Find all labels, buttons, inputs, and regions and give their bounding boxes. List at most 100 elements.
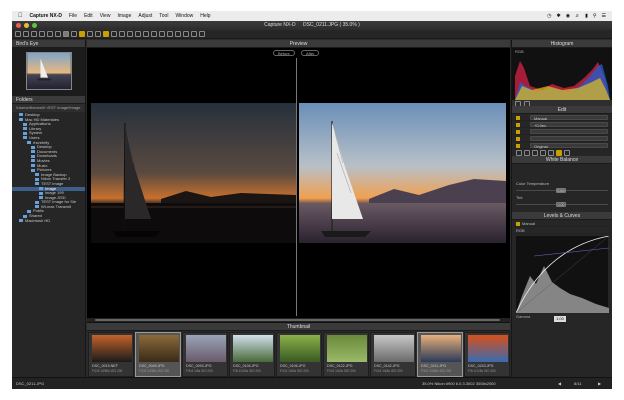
menu-view[interactable]: View [100,13,111,19]
curve-channel-row[interactable]: RGB [512,227,612,234]
search-icon[interactable]: ⚲ [593,13,597,19]
edit-row-empty-2[interactable] [512,135,612,142]
folders-header[interactable]: Folders [12,96,85,104]
folder-tree-item[interactable]: Macintosh HD [12,217,85,224]
thumbnail-item[interactable]: DSC_0142.JPG F/3.5 1/45s ISO 200 [370,332,416,377]
after-image[interactable] [299,103,506,243]
menu-edit[interactable]: Edit [84,13,93,19]
prev-image-icon[interactable]: ◀ [558,378,561,389]
shadow-icon[interactable] [183,31,189,37]
edit-row-value: Original [534,144,548,149]
tint-value[interactable]: 0.00 [556,202,566,207]
crop-tool-icon[interactable] [135,31,141,37]
edit-header[interactable]: Edit [512,106,612,114]
thumbnail-item[interactable]: DSC_0211.JPG F/5.6 1/250s ISO 200 [417,332,463,377]
next-image-icon[interactable]: ▶ [598,378,601,389]
filter-icon[interactable] [199,31,205,37]
tint-label: Tint [516,195,523,200]
highlight-icon[interactable] [175,31,181,37]
edit-row-empty-1[interactable] [512,128,612,135]
scrollbar-thumb[interactable] [95,319,500,321]
thumbnail-item[interactable]: DSC_0015.NEF F/2.8 1/250s ISO 200 [88,332,134,377]
preview-pane[interactable]: Before After [87,48,510,318]
histogram-mode[interactable]: RGB [515,49,524,54]
close-window-icon[interactable] [16,23,21,28]
levels-mode-row[interactable]: Manual [512,220,612,227]
split-view-icon[interactable] [87,31,93,37]
menu-image[interactable]: Image [117,13,131,19]
thumbnail-exif: F/3.5 1/45s ISO 200 [374,369,403,373]
edit-row-original[interactable]: Original [512,142,612,149]
save-icon[interactable] [31,31,37,37]
gray-point-icon[interactable] [167,31,173,37]
red-eye-icon[interactable] [159,31,165,37]
color-temperature-value[interactable]: 5350 [556,188,566,193]
hand-tool-icon[interactable] [119,31,125,37]
color-temperature-slider[interactable]: 5350 [512,187,612,194]
gamma-value[interactable]: 1.00 [554,316,566,322]
thumbnail-item[interactable]: DSC_0243.JPG F/8 1/125s ISO 200 [464,332,510,377]
folder-icon [19,118,23,122]
compare-view-icon[interactable] [79,31,85,37]
fullscreen-icon[interactable] [95,31,101,37]
minimize-window-icon[interactable] [24,23,29,28]
zoom-window-icon[interactable] [32,23,37,28]
rotate-left-icon[interactable] [47,31,53,37]
volume-icon[interactable]: ♬ [575,13,580,19]
birdseye-header[interactable]: Bird's Eye [12,40,85,48]
thumbnail-item[interactable]: DSC_0104.JPG F/8 1/100s ISO 200 [229,332,275,377]
folder-icon[interactable] [23,31,29,37]
thumbnail-filename: DSC_0142.JPG [374,364,400,368]
app-menu[interactable]: Capture NX-D [30,13,63,19]
thumbnail-exif: F/2.8 1/250s ISO 200 [92,369,123,373]
menu-window[interactable]: Window [175,13,193,19]
menu-tool[interactable]: Tool [159,13,168,19]
grid-view-icon[interactable] [63,31,69,37]
curves-graph[interactable] [515,235,610,314]
histogram-view: RGB [512,48,612,100]
thumbnail-item[interactable]: DSC_0106.JPG F/4.5 1/40s ISO 200 [276,332,322,377]
thumbnail-exif: F/8 1/125s ISO 200 [468,369,496,373]
folder-icon [23,122,27,126]
thumbnail-item[interactable]: DSC_0049.JPG F/2.8 1/250s ISO 200 [135,332,181,377]
menu-file[interactable]: File [69,13,77,19]
rotate-right-icon[interactable] [55,31,61,37]
levels-curves-header[interactable]: Levels & Curves [512,212,612,220]
folder-icon [19,219,23,223]
rating-icon[interactable] [111,31,117,37]
clock-icon[interactable]: ◷ [547,13,551,19]
browse-icon[interactable] [15,31,21,37]
edit-row-exposure[interactable]: +0.0ev [512,121,612,128]
battery-icon[interactable]: ▮ [585,13,588,19]
folder-path[interactable]: /Users/rtherwell/~/EST Image/Image [12,104,85,112]
histogram-header[interactable]: Histogram [512,40,612,48]
focus-point-icon[interactable] [191,31,197,37]
thumbnail-item[interactable]: DSC_0122.JPG F/4.5 1/40s ISO 200 [323,332,369,377]
birdseye-view[interactable] [12,48,85,96]
single-view-icon[interactable] [71,31,77,37]
thumbnail-image [280,335,320,362]
folder-label: Macintosh HD [25,217,51,223]
dust-icon[interactable] [151,31,157,37]
print-icon[interactable] [39,31,45,37]
levels-curves-title: Levels & Curves [543,213,581,219]
before-image[interactable] [91,103,296,243]
thumbnail-item[interactable]: DSC_0093.JPG F/5.6 1/8s ISO 200 [182,332,228,377]
menu-adjust[interactable]: Adjust [138,13,152,19]
zoom-tool-icon[interactable] [127,31,133,37]
thumbnail-image [421,335,461,362]
bluetooth-icon[interactable]: ✱ [557,13,561,19]
edit-row-picture-control[interactable]: Manual [512,114,612,121]
menu-help[interactable]: Help [200,13,210,19]
tint-slider[interactable]: 0.00 [512,201,612,208]
straighten-tool-icon[interactable] [143,31,149,37]
after-label[interactable]: After [301,50,320,56]
window-titlebar: Capture NX-D DSC_0211.JPG ( 35.0% ) [12,21,612,30]
list-icon[interactable]: ☰ [602,13,606,19]
label-icon[interactable] [103,31,109,37]
apple-menu-icon[interactable]:  [18,13,23,19]
preview-horizontal-scrollbar[interactable] [87,318,510,322]
white-balance-header[interactable]: White Balance [512,156,612,164]
before-label[interactable]: Before [273,50,295,56]
wifi-icon[interactable]: ◉ [566,13,570,19]
